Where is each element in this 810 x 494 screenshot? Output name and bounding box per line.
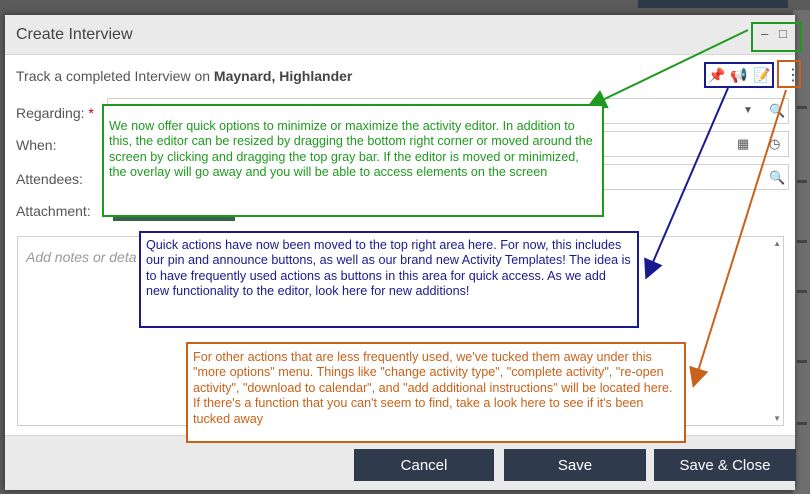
callout-quick-actions: Quick actions have now been moved to the…	[139, 231, 639, 328]
callout-more-options: For other actions that are less frequent…	[186, 342, 686, 443]
blue-arrow	[644, 87, 729, 280]
callout-window-controls: We now offer quick options to minimize o…	[102, 104, 604, 217]
